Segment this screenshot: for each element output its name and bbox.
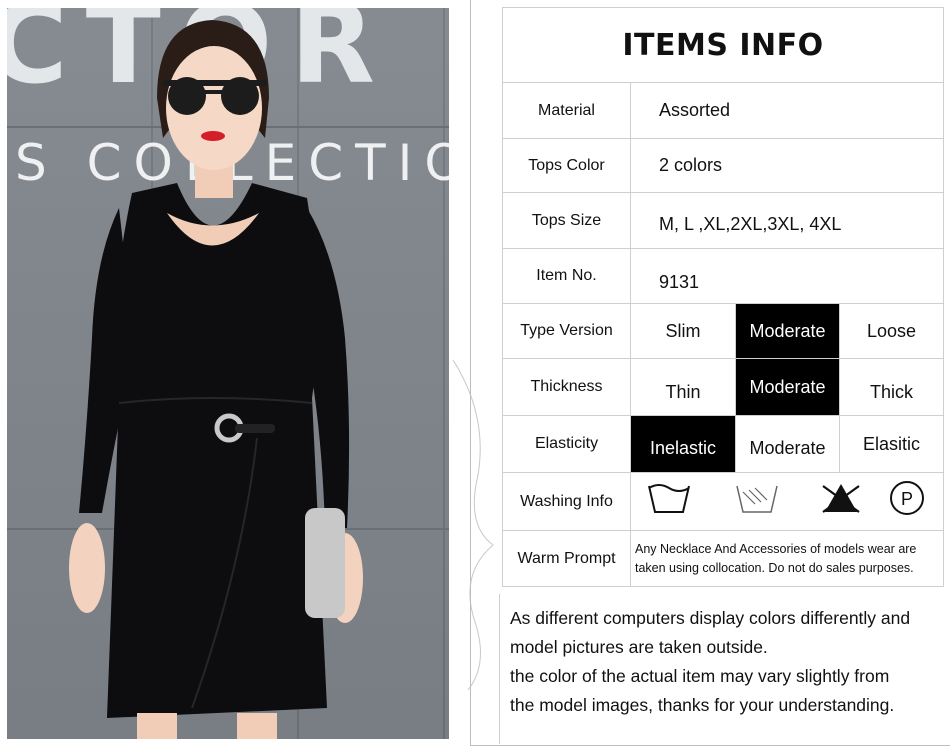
items-info-title: ITEMS INFO — [501, 7, 945, 83]
disclaimer-line-2: model pictures are taken outside. — [510, 637, 768, 657]
warm-prompt-label: Warm Prompt — [502, 530, 631, 587]
material-value: Assorted — [629, 82, 945, 139]
tops-size-value: M, L ,XL,2XL,3XL, 4XL — [629, 192, 945, 249]
disclaimer-line-4: the model images, thanks for your unders… — [510, 695, 895, 715]
type-version-slim: Slim — [630, 303, 736, 359]
disclaimer-line-3: the color of the actual item may vary sl… — [510, 666, 890, 686]
product-photo: CTOR S COLLECTION — [7, 8, 449, 739]
elasticity-inelastic-selected: Inelastic — [630, 415, 736, 473]
tops-color-value: 2 colors — [629, 138, 945, 193]
disclaimer-line-1: As different computers display colors di… — [510, 608, 911, 628]
wash-tub-icon — [648, 484, 690, 513]
washing-icons: P — [648, 481, 925, 515]
dry-clean-letter: P — [901, 489, 913, 509]
tops-size-label: Tops Size — [502, 192, 631, 249]
material-label: Material — [502, 82, 631, 139]
elasticity-moderate: Moderate — [735, 415, 840, 473]
elasticity-label: Elasticity — [502, 415, 631, 473]
items-info-table: ITEMS INFO Material Assorted Tops Color … — [501, 7, 945, 587]
bottom-divider — [470, 745, 950, 746]
thickness-moderate-selected: Moderate — [735, 358, 840, 416]
washing-icons-row: P — [629, 472, 945, 531]
thickness-thin: Thin — [630, 358, 736, 416]
no-bleach-icon — [822, 484, 860, 513]
dry-clean-p-icon: P — [890, 481, 925, 515]
item-no-value: 9131 — [629, 248, 945, 304]
washing-info-label: Washing Info — [502, 472, 631, 531]
tops-color-label: Tops Color — [502, 138, 631, 193]
item-no-label: Item No. — [502, 248, 631, 304]
type-version-moderate-selected: Moderate — [735, 303, 840, 359]
warm-prompt-text: Any Necklace And Accessories of models w… — [629, 530, 945, 587]
thickness-thick: Thick — [838, 358, 945, 416]
hand-wash-icon — [736, 485, 778, 513]
thickness-label: Thickness — [502, 358, 631, 416]
elasticity-elasitic: Elasitic — [838, 415, 945, 473]
type-version-label: Type Version — [502, 303, 631, 359]
color-disclaimer: As different computers display colors di… — [499, 594, 942, 744]
model-figure — [69, 20, 363, 739]
type-version-loose: Loose — [838, 303, 945, 359]
column-divider — [470, 0, 471, 745]
